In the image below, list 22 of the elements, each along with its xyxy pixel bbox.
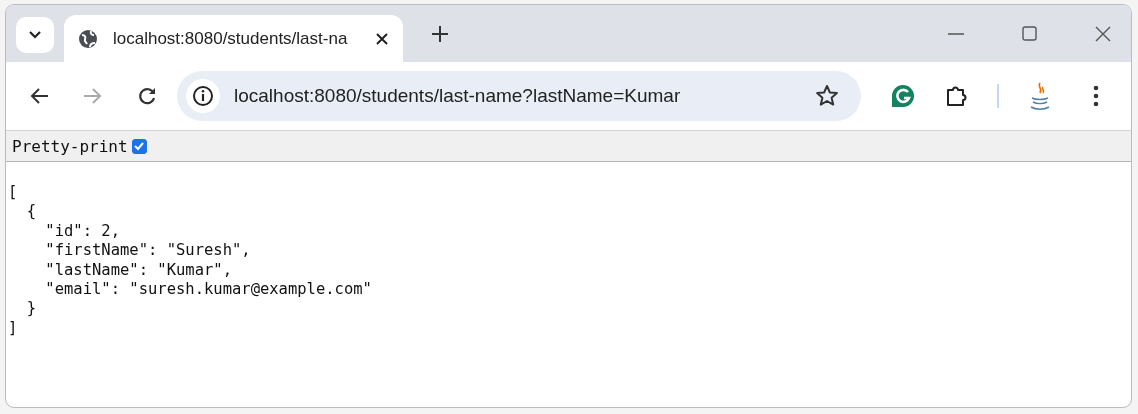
reload-icon[interactable]	[137, 86, 157, 106]
menu-icon[interactable]	[1093, 85, 1099, 107]
back-icon[interactable]	[29, 87, 49, 105]
caret-icon	[28, 29, 42, 40]
maximize-icon[interactable]	[1022, 26, 1037, 41]
json-text: [ { "id": 2, "firstName": "Suresh", "lastName": "Kumar", "email": "suresh.kumar@example.com" } ]	[8, 183, 373, 339]
puzzle-icon[interactable]	[945, 84, 969, 108]
coffee-cup-icon[interactable]	[1029, 81, 1051, 111]
g-extension-icon[interactable]	[891, 84, 915, 108]
pretty-print-checkbox[interactable]	[131, 138, 147, 154]
browser-tab[interactable]: localhost:8080/students/last-na	[64, 15, 403, 62]
close-icon[interactable]	[375, 31, 389, 46]
star-icon[interactable]	[815, 84, 839, 108]
minimize-icon[interactable]	[948, 32, 964, 35]
info-icon[interactable]	[186, 79, 220, 113]
tab-list-button[interactable]	[16, 16, 54, 53]
globe-icon	[78, 28, 98, 49]
url-text: localhost:8080/students/last-name?lastName=Kumar	[234, 85, 682, 107]
new-tab-icon[interactable]	[431, 24, 449, 43]
tab-title: localhost:8080/students/last-na	[113, 28, 349, 49]
address-bar[interactable]: localhost:8080/students/last-name?lastName=Kumar	[177, 71, 861, 121]
pretty-print-label: Pretty-print	[12, 136, 128, 156]
